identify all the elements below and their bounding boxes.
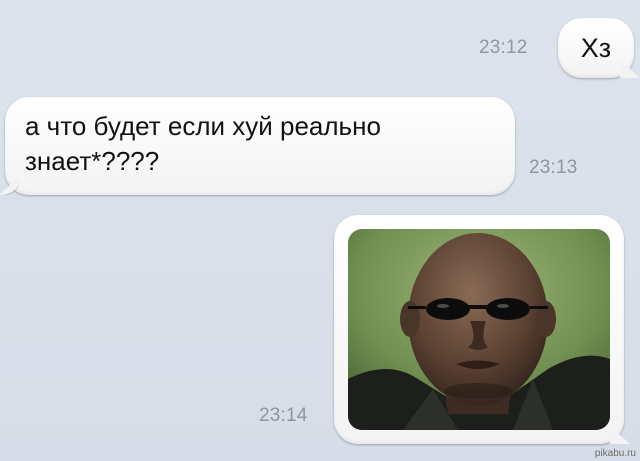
message-text: Хз (580, 32, 612, 63)
message-timestamp: 23:12 (479, 37, 528, 58)
chat-thread: 23:12 Хз а что будет если хуй реально зн… (0, 0, 640, 461)
outgoing-image-message-bubble[interactable] (334, 215, 624, 444)
message-timestamp: 23:13 (529, 157, 578, 178)
incoming-message-bubble[interactable]: а что будет если хуй реально знает*???? (5, 97, 515, 195)
message-text-line: а что будет если хуй реально (25, 111, 381, 141)
message-timestamp: 23:14 (259, 405, 308, 426)
outgoing-message-bubble[interactable]: Хз (558, 18, 634, 78)
photo-of-man-in-sunglasses[interactable] (348, 229, 610, 430)
watermark: pikabu.ru (594, 448, 636, 459)
message-text-line: знает*???? (25, 146, 160, 176)
